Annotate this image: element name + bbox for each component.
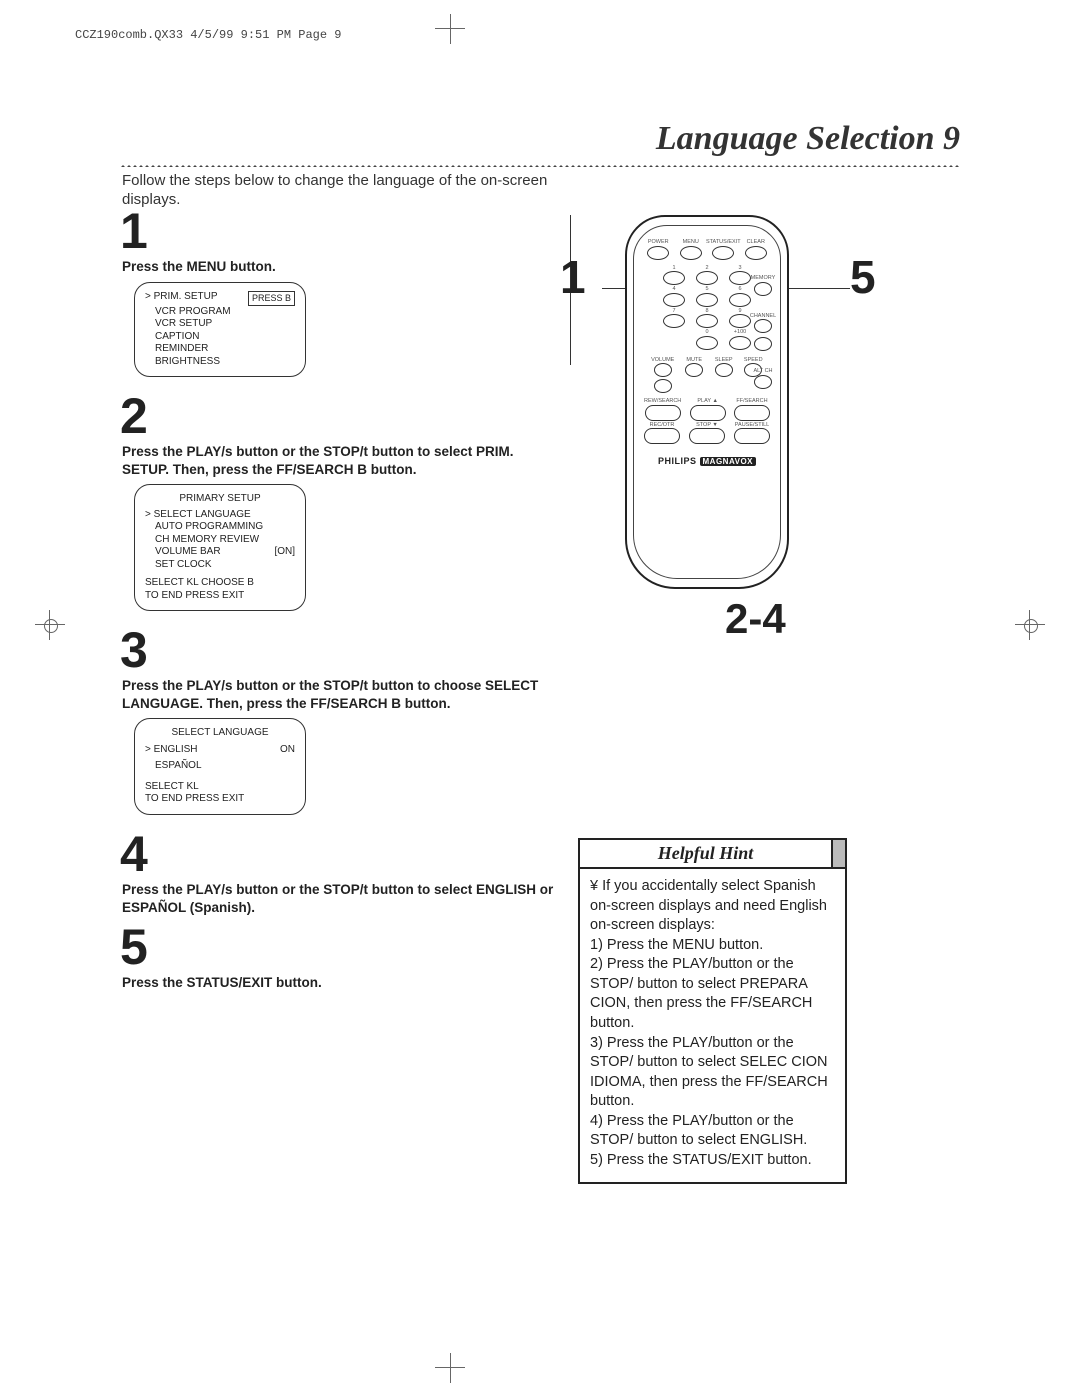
osd2-item4: SET CLOCK (145, 559, 295, 572)
osd-main-menu: > PRIM. SETUP PRESS B VCR PROGRAM VCR SE… (134, 282, 306, 378)
step-4-number: 4 (120, 829, 560, 879)
osd1-item3: CAPTION (145, 331, 295, 344)
osd-primary-setup: PRIMARY SETUP > SELECT LANGUAGE AUTO PRO… (134, 484, 306, 611)
osd2-item2: CH MEMORY REVIEW (145, 534, 295, 547)
osd2-volstate: [ON] (274, 546, 295, 559)
helpful-hint-box: Helpful Hint ¥ If you accidentally selec… (578, 838, 847, 1184)
remote-body: POWER MENU STATUS/EXIT CLEAR 1 2 3 4 5 6… (625, 215, 789, 589)
brand-magnavox: MAGNAVOX (700, 457, 757, 466)
osd2-item3: VOLUME BAR (155, 546, 221, 559)
clear-button: CLEAR (741, 240, 771, 260)
callout-tick-5 (570, 225, 571, 235)
right-side-buttons: MEMORY CHANNEL ALT CH (750, 276, 776, 389)
step-4-text: Press the PLAY/s button or the STOP/t bu… (122, 881, 560, 916)
osd2-foot1: SELECT KL CHOOSE B (145, 577, 295, 590)
steps-column: 1 Press the MENU button. > PRIM. SETUP P… (120, 200, 560, 998)
osd1-item1: VCR PROGRAM (145, 306, 295, 319)
print-header: CCZ190comb.QX33 4/5/99 9:51 PM Page 9 (75, 28, 341, 42)
osd3-engstate: ON (280, 744, 295, 757)
hint-title-accent (833, 840, 845, 869)
step-2-text: Press the PLAY/s button or the STOP/t bu… (122, 443, 560, 478)
osd-select-language: SELECT LANGUAGE > ENGLISH ON ESPAÑOL SEL… (134, 718, 306, 815)
title-rule (120, 164, 960, 167)
step-1-number: 1 (120, 206, 560, 256)
osd3-item1: ESPAÑOL (145, 760, 295, 773)
osd1-item5: BRIGHTNESS (145, 356, 295, 369)
crop-mark-bottom (435, 1367, 465, 1369)
callout-24-label: 2-4 (725, 595, 786, 643)
osd1-pressb: PRESS B (248, 291, 295, 306)
osd2-foot2: TO END PRESS EXIT (145, 590, 295, 603)
step-3-text: Press the PLAY/s button or the STOP/t bu… (122, 677, 560, 712)
step-5-number: 5 (120, 922, 560, 972)
status-exit-button: STATUS/EXIT (708, 240, 738, 260)
title-text: Language Selection (656, 120, 935, 157)
step-1-text: Press the MENU button. (122, 258, 560, 276)
power-button: POWER (643, 240, 673, 260)
remote-diagram: 1 5 2-4 POWER MENU STATUS/EXIT CLEAR 1 2… (570, 215, 970, 615)
crop-mark-left (35, 610, 65, 640)
osd1-item4: REMINDER (145, 343, 295, 356)
transport-row-2: REC/OTR STOP ▼ PAUSE/STILL (634, 423, 780, 445)
step-2-number: 2 (120, 391, 560, 441)
step-5-text: Press the STATUS/EXIT button. (122, 974, 560, 992)
step-5: 5 Press the STATUS/EXIT button. (120, 922, 560, 992)
osd3-foot1: SELECT KL (145, 781, 295, 794)
callout-5-label: 5 (850, 250, 876, 304)
page-number: 9 (943, 120, 960, 157)
osd1-item0: PRIM. SETUP (154, 291, 218, 302)
osd3-foot2: TO END PRESS EXIT (145, 793, 295, 806)
helpful-hint-title: Helpful Hint (580, 840, 833, 869)
osd2-item0: SELECT LANGUAGE (154, 509, 251, 520)
number-pad: 1 2 3 4 5 6 7 8 9 0 +100 (657, 266, 757, 352)
helpful-hint-body: ¥ If you accidentally select Spanish on-… (580, 869, 845, 1182)
crop-mark-right (1015, 610, 1045, 640)
remote-branding: PHILIPS MAGNAVOX (634, 456, 780, 466)
crop-mark-top (435, 28, 465, 30)
remote-inner: POWER MENU STATUS/EXIT CLEAR 1 2 3 4 5 6… (633, 225, 781, 579)
step-4: 4 Press the PLAY/s button or the STOP/t … (120, 829, 560, 916)
osd1-item2: VCR SETUP (145, 318, 295, 331)
step-3-number: 3 (120, 625, 560, 675)
osd2-item1: AUTO PROGRAMMING (145, 521, 295, 534)
title-row: Language Selection 9 (120, 120, 960, 167)
step-3: 3 Press the PLAY/s button or the STOP/t … (120, 625, 560, 815)
osd2-title: PRIMARY SETUP (145, 493, 295, 506)
manual-page: CCZ190comb.QX33 4/5/99 9:51 PM Page 9 La… (0, 0, 1080, 1397)
osd3-item0: ENGLISH (154, 744, 198, 755)
callout-1-label: 1 (560, 250, 586, 304)
osd3-title: SELECT LANGUAGE (145, 727, 295, 740)
callout-tick-1 (570, 215, 571, 225)
step-2: 2 Press the PLAY/s button or the STOP/t … (120, 391, 560, 611)
brand-philips: PHILIPS (658, 456, 697, 466)
transport-row: REW/SEARCH PLAY ▲ FF/SEARCH (634, 399, 780, 421)
callout-line-5 (780, 288, 850, 289)
page-title: Language Selection 9 (120, 120, 960, 158)
menu-button: MENU (676, 240, 706, 260)
step-1: 1 Press the MENU button. > PRIM. SETUP P… (120, 206, 560, 377)
